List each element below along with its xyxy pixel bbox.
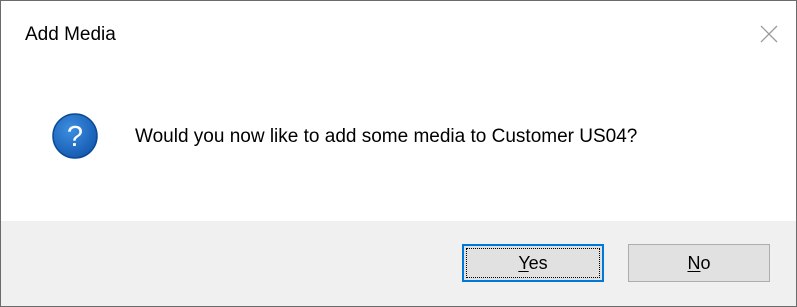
svg-text:?: ? [67,121,83,153]
button-bar: Yes No [1,221,796,306]
dialog-message: Would you now like to add some media to … [135,126,638,147]
no-button[interactable]: No [628,244,770,282]
title-bar[interactable]: Add Media [1,1,796,71]
no-button-label: No [687,252,711,273]
yes-button[interactable]: Yes [462,244,604,282]
close-icon [760,25,778,43]
add-media-dialog: Add Media ? Would you now like to add so… [0,0,797,307]
question-icon: ? [52,113,98,159]
dialog-title: Add Media [25,24,116,45]
yes-button-label: Yes [518,252,548,273]
dialog-content: ? Would you now like to add some media t… [1,71,796,221]
close-button[interactable] [752,17,786,51]
